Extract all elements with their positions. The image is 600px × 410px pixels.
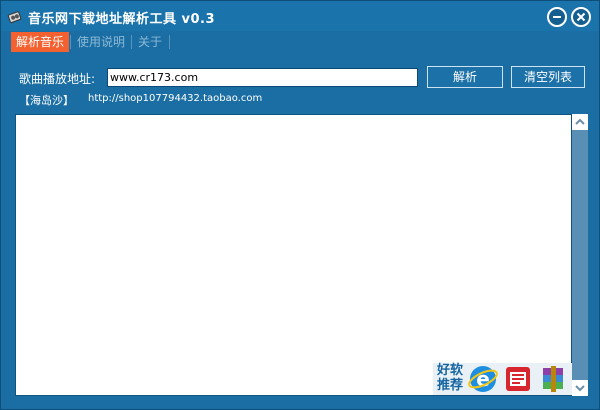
recommend-banner[interactable]: 好软 推荐 e [433, 363, 572, 395]
window-title: 音乐网下载地址解析工具 v0.3 [28, 12, 216, 27]
tab-instructions[interactable]: 使用说明 [72, 32, 130, 52]
result-list[interactable] [15, 114, 572, 396]
winrar-icon[interactable] [539, 364, 569, 394]
recommend-label: 好软 推荐 [434, 363, 466, 393]
url-label: 歌曲播放地址: [19, 72, 96, 86]
tab-divider [169, 35, 170, 49]
shop-link[interactable]: http://shop107794432.taobao.com [88, 93, 262, 104]
clear-list-button[interactable]: 清空列表 [511, 66, 585, 88]
news-icon[interactable] [503, 364, 533, 394]
tab-parse-music[interactable]: 解析音乐 [11, 32, 70, 52]
tab-divider [70, 35, 71, 49]
chevron-down-icon [575, 385, 585, 392]
parse-button[interactable]: 解析 [427, 66, 503, 88]
author-name: 【海岛沙】 [19, 94, 74, 107]
title-bar[interactable]: 音乐网下载地址解析工具 v0.3 [1, 1, 599, 31]
recommend-line-2: 推荐 [436, 378, 463, 393]
tab-divider [131, 35, 132, 49]
vertical-scrollbar[interactable] [572, 114, 588, 396]
minimize-button[interactable] [547, 7, 567, 27]
minimize-icon [553, 16, 561, 18]
recommend-line-1: 好软 [436, 363, 463, 378]
tab-about[interactable]: 关于 [133, 32, 167, 52]
close-button[interactable] [571, 7, 591, 27]
close-icon [576, 12, 586, 22]
scroll-up-button[interactable] [572, 114, 588, 130]
app-icon [7, 11, 22, 24]
url-input[interactable] [107, 68, 418, 87]
main-window: 音乐网下载地址解析工具 v0.3 解析音乐 使用说明 关于 歌曲播放地址: 解析… [0, 0, 600, 410]
ie-browser-icon[interactable]: e [468, 364, 498, 394]
scroll-down-button[interactable] [572, 380, 588, 396]
chevron-up-icon [575, 118, 585, 125]
